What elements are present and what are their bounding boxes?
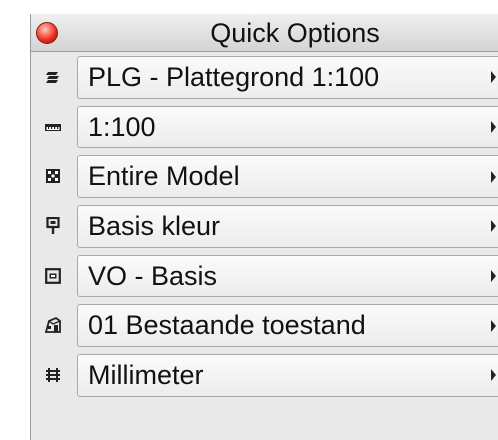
window-title: Quick Options bbox=[210, 18, 380, 48]
option-row-view-options: VO - Basis bbox=[31, 251, 498, 301]
pen-set-value: Basis kleur bbox=[88, 210, 221, 241]
ruler-scale-icon bbox=[31, 102, 75, 152]
option-row-renovation-filter: 01 Bestaande toestand bbox=[31, 300, 498, 350]
submenu-arrow-icon bbox=[491, 121, 496, 134]
submenu-arrow-icon bbox=[491, 270, 496, 283]
quick-options-window: Quick Options PLG - Plattegrond 1:100 1:… bbox=[30, 14, 498, 440]
title-bar[interactable]: Quick Options bbox=[31, 14, 498, 52]
pen-set-select[interactable]: Basis kleur bbox=[77, 205, 498, 248]
submenu-arrow-icon bbox=[491, 220, 496, 233]
submenu-arrow-icon bbox=[491, 369, 496, 382]
model-view-value: Entire Model bbox=[88, 161, 240, 192]
frame-icon bbox=[31, 251, 75, 301]
submenu-arrow-icon bbox=[491, 71, 496, 84]
renovation-filter-select[interactable]: 01 Bestaande toestand bbox=[77, 304, 498, 348]
model-grid-icon bbox=[31, 151, 75, 201]
renovation-filter-value: 01 Bestaande toestand bbox=[88, 310, 366, 341]
scale-value: 1:100 bbox=[88, 111, 156, 142]
layer-combination-value: PLG - Plattegrond 1:100 bbox=[88, 61, 380, 92]
model-view-select[interactable]: Entire Model bbox=[77, 155, 498, 199]
option-row-scale: 1:100 bbox=[31, 102, 498, 152]
building-icon bbox=[31, 300, 75, 350]
option-row-dimension-units: Millimeter bbox=[31, 350, 498, 400]
option-row-pen-set: Basis kleur bbox=[31, 201, 498, 251]
submenu-arrow-icon bbox=[491, 170, 496, 183]
pen-pin-icon bbox=[31, 201, 75, 251]
dimension-lines-icon bbox=[31, 350, 75, 400]
submenu-arrow-icon bbox=[491, 319, 496, 332]
close-button[interactable] bbox=[36, 22, 58, 44]
dimension-units-value: Millimeter bbox=[88, 359, 204, 390]
view-options-select[interactable]: VO - Basis bbox=[77, 254, 498, 298]
layer-stack-icon bbox=[31, 52, 75, 102]
layer-combination-select[interactable]: PLG - Plattegrond 1:100 bbox=[77, 56, 498, 99]
options-list: PLG - Plattegrond 1:100 1:100 Entire Mod… bbox=[31, 52, 498, 400]
option-row-layer-combination: PLG - Plattegrond 1:100 bbox=[31, 52, 498, 102]
option-row-model-view: Entire Model bbox=[31, 151, 498, 201]
scale-select[interactable]: 1:100 bbox=[77, 105, 498, 149]
view-options-value: VO - Basis bbox=[88, 260, 218, 291]
dimension-units-select[interactable]: Millimeter bbox=[77, 354, 498, 397]
